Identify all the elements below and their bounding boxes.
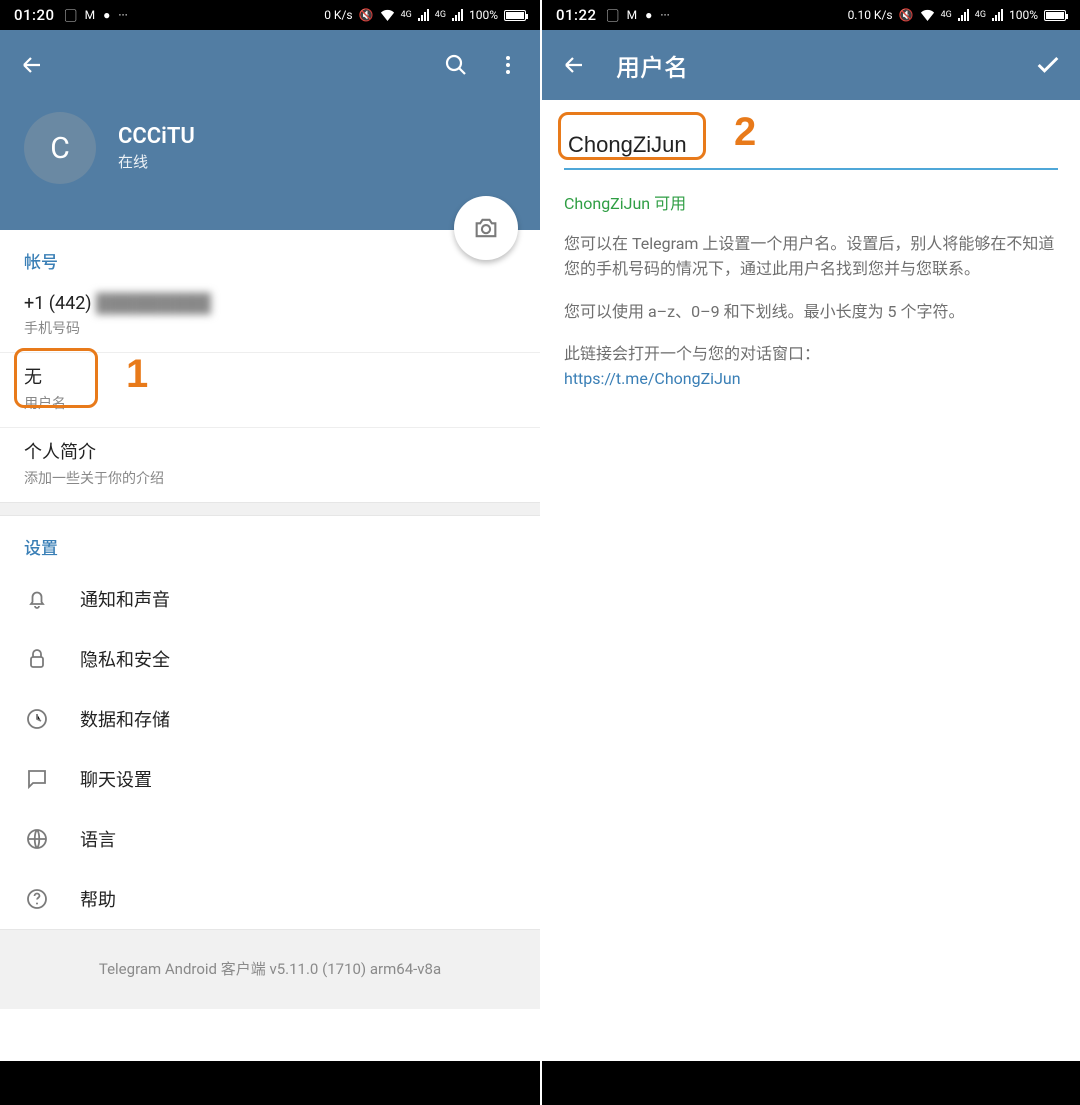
settings-label: 聊天设置 — [80, 766, 152, 792]
desc-paragraph-3: 此链接会打开一个与您的对话窗口： https://t.me/ChongZiJun — [564, 342, 1058, 392]
profile-header: C CCCiTU 在线 — [0, 100, 540, 230]
battery-icon — [504, 10, 526, 21]
settings-label: 隐私和安全 — [80, 646, 170, 672]
battery-icon — [1044, 10, 1066, 21]
net-label: 4G — [941, 10, 952, 20]
net-label-2: 4G — [435, 10, 446, 20]
android-navbar — [0, 1061, 540, 1105]
signal-icon-2 — [992, 9, 1003, 21]
avatar[interactable]: C — [24, 112, 96, 184]
username-value: 无 — [24, 363, 516, 389]
row-phone[interactable]: +1 (442) █████████ 手机号码 — [0, 283, 540, 353]
section-title-account: 帐号 — [0, 230, 540, 283]
status-notif-icons: ▢M●··· — [65, 7, 128, 24]
globe-icon — [24, 826, 50, 852]
confirm-icon[interactable] — [1034, 51, 1062, 79]
phone-label: 手机号码 — [24, 318, 516, 338]
settings-label: 帮助 — [80, 886, 116, 912]
status-right: 0.10 K/s 🔇 4G 4G 100% — [848, 8, 1066, 22]
settings-row-data[interactable]: 数据和存储 — [0, 689, 540, 749]
net-label: 4G — [401, 10, 412, 20]
clock-icon — [24, 706, 50, 732]
status-notif-icons: ▢M●··· — [607, 7, 670, 24]
phone-number: +1 (442) █████████ — [24, 293, 516, 314]
version-text: Telegram Android 客户端 v5.11.0 (1710) arm6… — [0, 929, 540, 1009]
signal-icon — [958, 9, 969, 21]
settings-row-help[interactable]: 帮助 — [0, 869, 540, 929]
username-label: 用户名 — [24, 393, 516, 413]
signal-icon-2 — [452, 9, 463, 21]
bell-icon — [24, 586, 50, 612]
help-icon — [24, 886, 50, 912]
settings-section: 设置 通知和声音 隐私和安全 数据和存储 聊天设置 语言 帮助 — [0, 516, 540, 929]
chat-icon — [24, 766, 50, 792]
status-time: 01:20 — [14, 6, 55, 24]
wifi-icon — [380, 9, 395, 21]
settings-label: 数据和存储 — [80, 706, 170, 732]
status-bar: 01:20 ▢M●··· 0 K/s 🔇 4G 4G 100% — [0, 0, 540, 30]
section-title-settings: 设置 — [0, 516, 540, 569]
settings-label: 语言 — [80, 826, 116, 852]
signal-icon — [418, 9, 429, 21]
phone-left: 01:20 ▢M●··· 0 K/s 🔇 4G 4G 100% — [0, 0, 540, 1105]
row-bio[interactable]: 个人简介 添加一些关于你的介绍 — [0, 428, 540, 502]
settings-row-notifications[interactable]: 通知和声音 — [0, 569, 540, 629]
bio-title: 个人简介 — [24, 438, 516, 464]
username-field[interactable] — [564, 122, 1058, 170]
status-right: 0 K/s 🔇 4G 4G 100% — [324, 8, 526, 22]
wifi-icon — [920, 9, 935, 21]
search-icon[interactable] — [442, 51, 470, 79]
back-icon[interactable] — [560, 51, 588, 79]
username-input[interactable] — [564, 122, 1058, 170]
net-speed: 0 K/s — [324, 8, 352, 22]
mute-icon: 🔇 — [899, 8, 914, 22]
username-card: ChongZiJun 可用 您可以在 Telegram 上设置一个用户名。设置后… — [542, 100, 1080, 392]
more-icon[interactable] — [494, 51, 522, 79]
phone-right: 01:22 ▢M●··· 0.10 K/s 🔇 4G 4G 100% 用户名 — [540, 0, 1080, 1105]
battery-pct: 100% — [1009, 8, 1038, 22]
divider — [0, 502, 540, 516]
net-label-2: 4G — [975, 10, 986, 20]
availability-text: ChongZiJun 可用 — [564, 190, 1058, 214]
android-navbar — [542, 1061, 1080, 1105]
profile-name: CCCiTU — [118, 124, 195, 149]
status-bar: 01:22 ▢M●··· 0.10 K/s 🔇 4G 4G 100% — [542, 0, 1080, 30]
bio-hint: 添加一些关于你的介绍 — [24, 468, 516, 488]
battery-pct: 100% — [469, 8, 498, 22]
settings-row-privacy[interactable]: 隐私和安全 — [0, 629, 540, 689]
profile-status: 在线 — [118, 151, 195, 172]
row-username[interactable]: 无 用户名 — [0, 353, 540, 428]
lock-icon — [24, 646, 50, 672]
desc-paragraph-2: 您可以使用 a–z、0–9 和下划线。最小长度为 5 个字符。 — [564, 300, 1058, 325]
settings-label: 通知和声音 — [80, 586, 170, 612]
settings-row-language[interactable]: 语言 — [0, 809, 540, 869]
desc-paragraph-1: 您可以在 Telegram 上设置一个用户名。设置后，别人将能够在不知道您的手机… — [564, 232, 1058, 282]
settings-row-chat[interactable]: 聊天设置 — [0, 749, 540, 809]
mute-icon: 🔇 — [359, 8, 374, 22]
back-icon[interactable] — [18, 51, 46, 79]
net-speed: 0.10 K/s — [848, 8, 893, 22]
appbar-title: 用户名 — [616, 48, 688, 83]
appbar — [0, 30, 540, 100]
status-time: 01:22 — [556, 6, 597, 24]
account-section: 帐号 +1 (442) █████████ 手机号码 无 用户名 个人简介 添加… — [0, 230, 540, 502]
appbar: 用户名 — [542, 30, 1080, 100]
profile-link[interactable]: https://t.me/ChongZiJun — [564, 369, 741, 388]
